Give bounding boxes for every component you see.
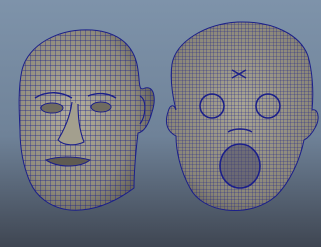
flattened-mouth-loop	[219, 143, 261, 189]
modeling-viewport[interactable]	[0, 0, 321, 247]
right-eye	[90, 101, 112, 113]
head-mesh-left[interactable]	[18, 29, 155, 211]
head-mesh-right[interactable]	[165, 21, 319, 211]
left-eye	[40, 102, 64, 114]
viewport-canvas	[18, 21, 319, 211]
